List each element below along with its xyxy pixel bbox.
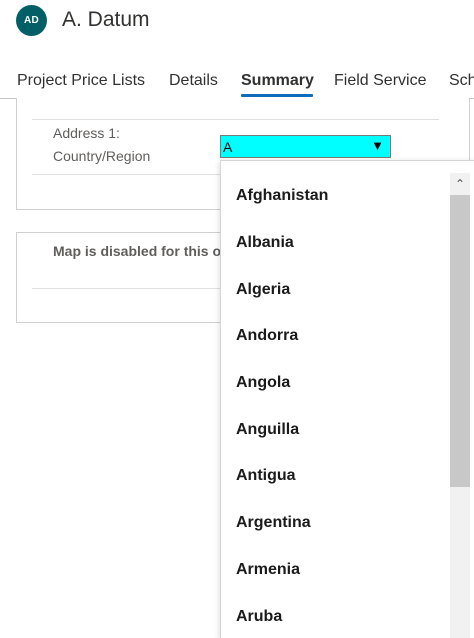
option-antigua[interactable]: Antigua (236, 467, 296, 485)
scroll-up-arrow-icon[interactable]: ⌃ (450, 173, 470, 195)
tab-field-service[interactable]: Field Service (334, 72, 426, 90)
divider (32, 174, 232, 175)
dropdown-scrollbar[interactable]: ⌃ (450, 173, 470, 638)
selected-tab-indicator (241, 94, 313, 97)
option-afghanistan[interactable]: Afghanistan (236, 187, 328, 205)
country-region-select[interactable]: A ▼ (220, 135, 391, 158)
dropdown-arrow-icon[interactable]: ▼ (371, 138, 384, 153)
divider (32, 288, 232, 289)
tab-scheduling[interactable]: Sch (449, 72, 474, 90)
page-title: A. Datum (62, 8, 150, 31)
label-line-1: Address 1: (53, 125, 120, 141)
divider (32, 119, 439, 120)
country-dropdown-list[interactable]: Afghanistan Albania Algeria Andorra Ango… (220, 160, 474, 638)
tab-project-price-lists[interactable]: Project Price Lists (17, 72, 145, 90)
option-anguilla[interactable]: Anguilla (236, 421, 299, 439)
label-line-2: Country/Region (53, 148, 151, 164)
tab-details[interactable]: Details (169, 72, 218, 90)
tab-summary[interactable]: Summary (241, 72, 314, 90)
option-algeria[interactable]: Algeria (236, 281, 290, 299)
option-albania[interactable]: Albania (236, 234, 294, 252)
option-armenia[interactable]: Armenia (236, 561, 300, 579)
select-value: A (223, 139, 233, 155)
option-aruba[interactable]: Aruba (236, 608, 282, 626)
option-andorra[interactable]: Andorra (236, 327, 298, 345)
country-region-label: Address 1: Country/Region (53, 122, 150, 168)
tab-bar: Project Price Lists Details Summary Fiel… (0, 62, 474, 99)
map-disabled-message: Map is disabled for this o (53, 243, 222, 259)
avatar: AD (16, 5, 47, 36)
record-header: AD A. Datum (0, 0, 474, 44)
option-angola[interactable]: Angola (236, 374, 290, 392)
scrollbar-thumb[interactable] (450, 195, 470, 487)
option-argentina[interactable]: Argentina (236, 514, 311, 532)
